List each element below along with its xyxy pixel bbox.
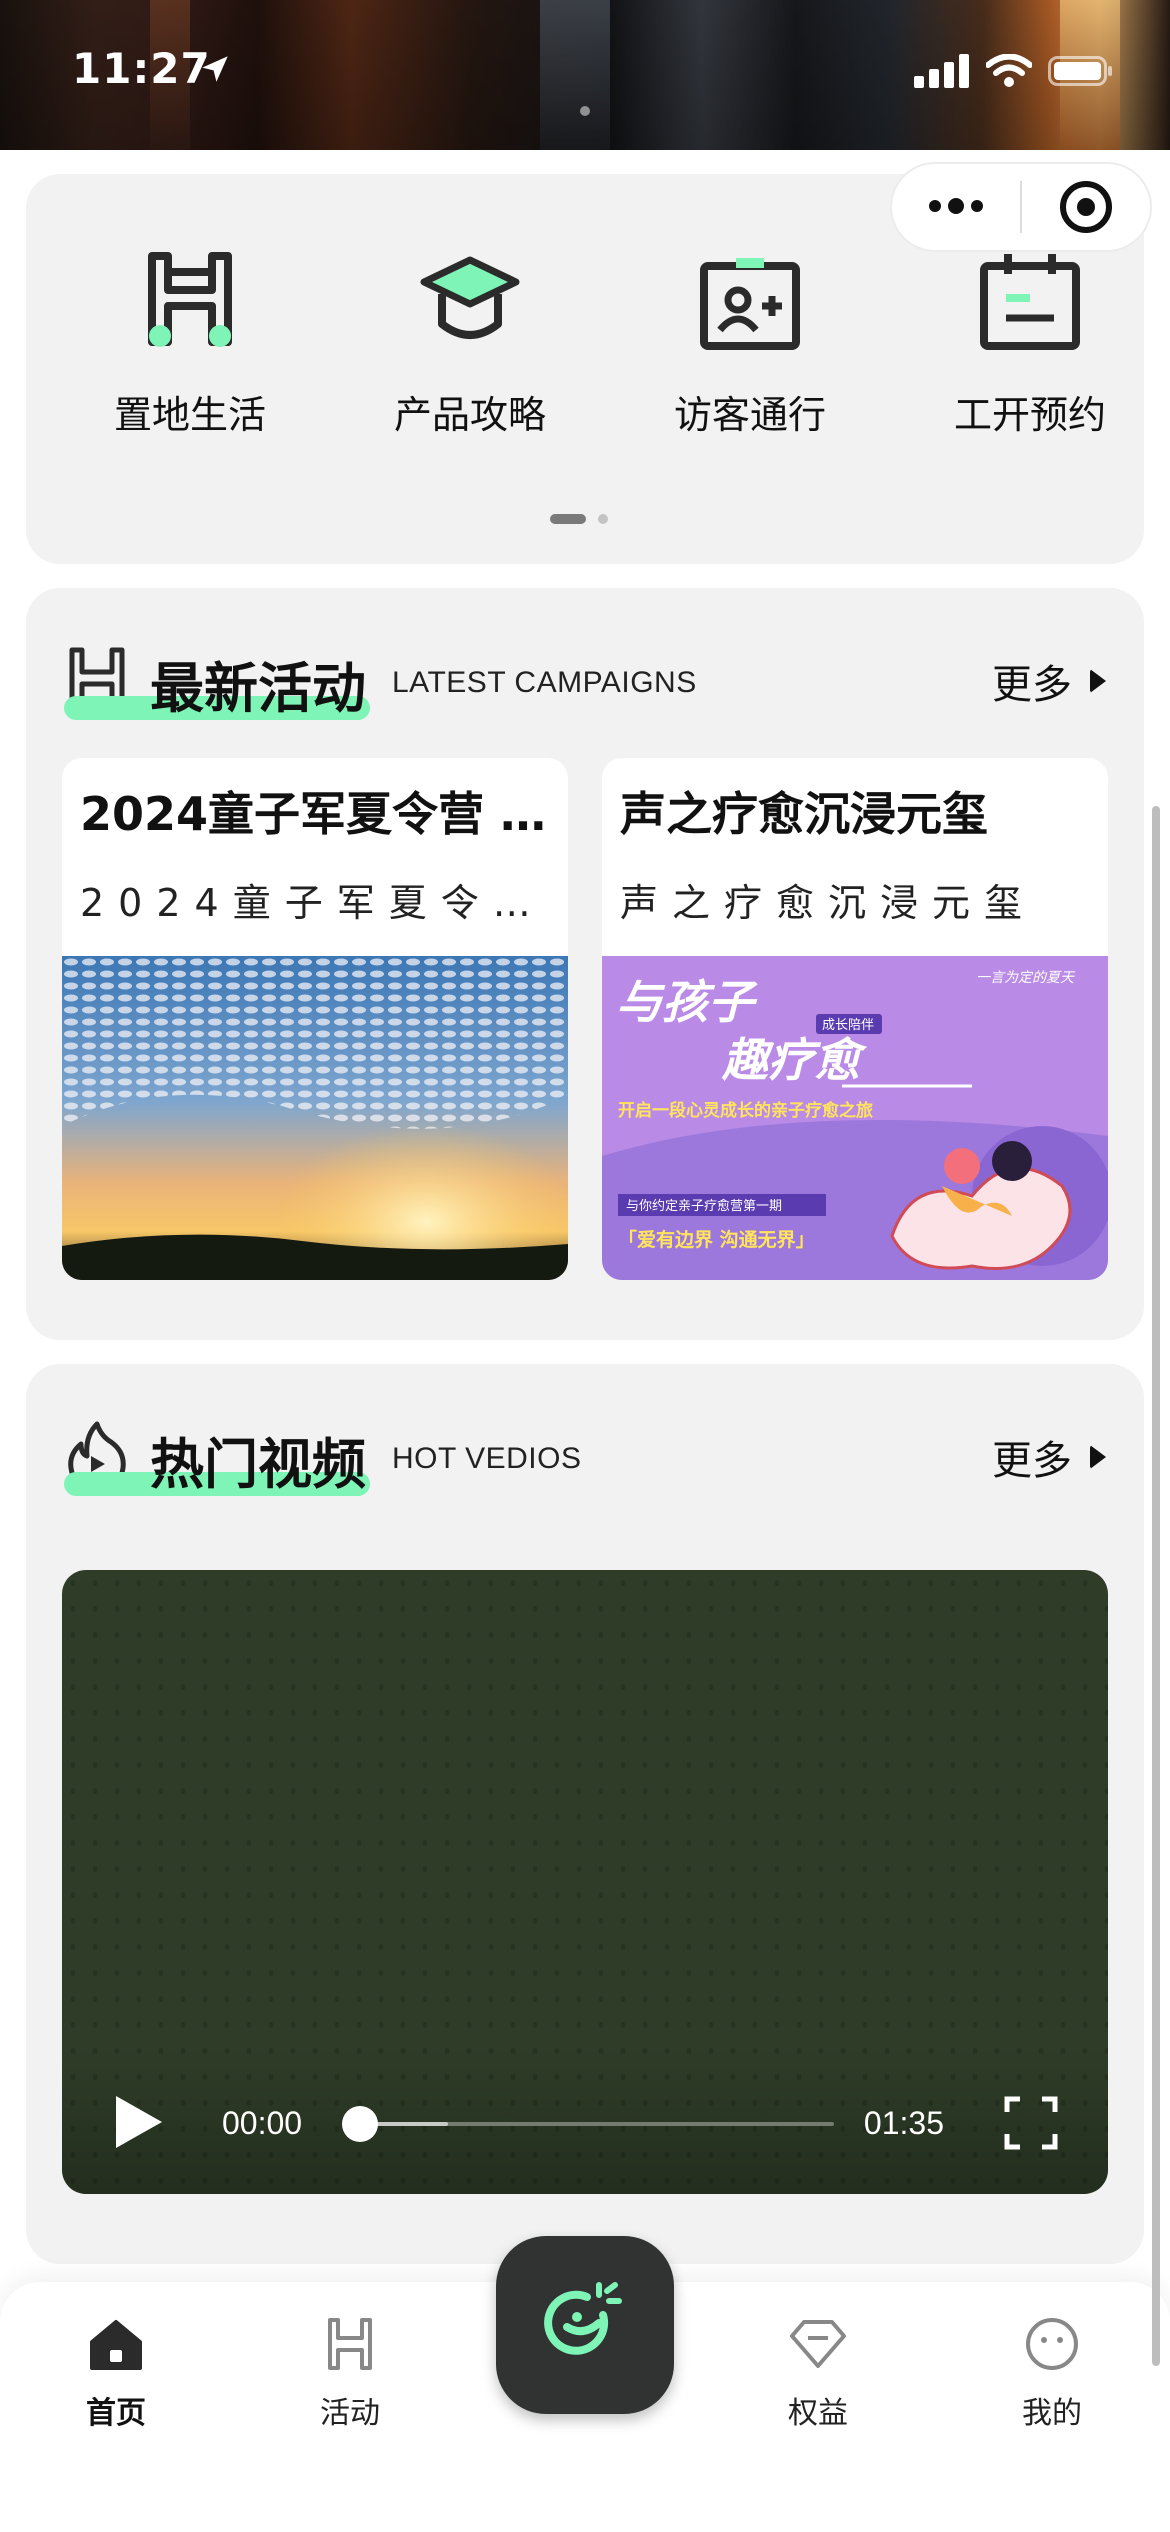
campaign-poster-image: 与孩子 成长陪伴 趣疗愈 一言为定的夏天 开启一段心灵成长的亲子疗愈之旅 与你约… — [602, 956, 1108, 1280]
binoculars-icon — [148, 252, 232, 347]
photo-streak — [540, 0, 610, 150]
more-label: 更多 — [992, 662, 1072, 708]
video-progress-slider[interactable] — [342, 2106, 834, 2142]
tab-label: 首页 — [86, 2396, 146, 2431]
smiley-icon — [1026, 2318, 1078, 2370]
quick-nav-pager — [550, 514, 608, 524]
tab-label: 活动 — [320, 2396, 380, 2431]
status-indicators — [914, 54, 1114, 88]
campaign-card[interactable]: 2024童子军夏令营 ... 2024童子军夏令营... — [62, 758, 568, 1280]
video-player[interactable]: 00:00 01:35 — [62, 1570, 1108, 2194]
status-time: 11:27 — [72, 44, 211, 93]
poster-corner-text: 一言为定的夏天 — [976, 970, 1076, 986]
calendar-icon — [980, 254, 1080, 350]
campaign-description: 2024童子军夏令营... — [80, 881, 550, 925]
campaigns-more-link[interactable]: 更多 — [992, 652, 1106, 710]
close-miniprogram-button[interactable] — [1022, 179, 1150, 235]
visitor-card-icon — [700, 258, 800, 350]
graduation-cap-icon — [420, 256, 520, 339]
quick-nav-item-visitor[interactable]: 访客通行 — [650, 244, 850, 439]
diamond-icon — [790, 2320, 846, 2368]
dot — [948, 198, 964, 214]
more-label: 更多 — [992, 1438, 1072, 1484]
tab-label: 我的 — [1022, 2396, 1082, 2431]
video-controls: 00:00 01:35 — [62, 2044, 1108, 2194]
section-subtitle: HOT VEDIOS — [392, 1442, 582, 1475]
poster-badge: 成长陪伴 — [822, 1018, 874, 1033]
target-close-icon — [1059, 181, 1112, 233]
quick-nav-item-life[interactable]: 置地生活 — [90, 244, 290, 439]
sparkle-face-icon — [544, 2282, 622, 2355]
hot-videos-section: 热门视频 HOT VEDIOS 更多 00:00 01:35 — [26, 1364, 1144, 2264]
dot — [971, 200, 983, 212]
center-action-button[interactable] — [496, 2236, 674, 2414]
progress-thumb[interactable] — [342, 2106, 378, 2142]
campaign-card[interactable]: 声之疗愈沉浸元玺 声之疗愈沉浸元玺 与孩子 成长陪伴 趣疗愈 一言为定的夏天 开… — [602, 758, 1108, 1280]
campaign-title: 2024童子军夏令营 ... — [80, 787, 550, 841]
video-duration: 01:35 — [863, 2105, 944, 2141]
section-title-wrap: 热门视频 — [64, 1420, 370, 1499]
section-header: 最新活动 LATEST CAMPAIGNS 更多 — [64, 644, 1106, 724]
section-subtitle: LATEST CAMPAIGNS — [392, 666, 697, 699]
cellular-signal-icon — [914, 54, 969, 88]
campaign-sunset-image — [62, 956, 568, 1280]
poster-label: 与你约定亲子疗愈营第一期 — [626, 1199, 782, 1214]
tab-home[interactable]: 首页 — [46, 2312, 186, 2432]
quick-nav-label: 工开预约 — [953, 393, 1106, 437]
home-icon — [90, 2320, 142, 2370]
tab-benefits[interactable]: 权益 — [748, 2312, 888, 2432]
page-indicator-dot — [580, 106, 590, 116]
video-current-time: 00:00 — [222, 2105, 303, 2141]
page-scrollbar[interactable] — [1152, 806, 1160, 2366]
videos-more-link[interactable]: 更多 — [992, 1428, 1106, 1486]
fullscreen-button[interactable] — [1004, 2096, 1058, 2150]
triangle-right-icon — [1090, 669, 1106, 693]
triangle-right-icon — [1090, 1445, 1106, 1469]
tab-label: 权益 — [788, 2396, 848, 2431]
campaign-description: 声之疗愈沉浸元玺 — [620, 881, 1037, 925]
mini-program-capsule — [890, 162, 1152, 252]
tab-mine[interactable]: 我的 — [982, 2312, 1122, 2432]
battery-icon — [1048, 56, 1112, 86]
section-title: 热门视频 — [150, 1433, 366, 1496]
binoculars-icon — [328, 2318, 372, 2370]
quick-nav-label: 置地生活 — [113, 393, 266, 437]
more-options-button[interactable] — [892, 198, 1020, 214]
section-header: 热门视频 HOT VEDIOS 更多 — [64, 1420, 1106, 1500]
pager-dot — [598, 514, 608, 524]
section-title: 最新活动 — [150, 657, 366, 720]
quick-nav-label: 访客通行 — [673, 393, 826, 437]
header-photo: 11:27 — [0, 0, 1170, 150]
poster-line1: 与孩子 — [616, 975, 758, 1029]
latest-campaigns-section: 最新活动 LATEST CAMPAIGNS 更多 2024童子军夏令营 ... … — [26, 588, 1144, 1340]
pager-active-dot — [550, 514, 586, 524]
quick-nav-item-guide[interactable]: 产品攻略 — [370, 244, 570, 439]
location-arrow-icon — [202, 56, 228, 82]
play-button[interactable] — [114, 2094, 164, 2150]
quick-nav-label: 产品攻略 — [393, 393, 546, 437]
poster-quote: 「爱有边界 沟通无界」 — [618, 1228, 815, 1251]
poster-tagline: 开启一段心灵成长的亲子疗愈之旅 — [618, 1100, 873, 1121]
tab-activities[interactable]: 活动 — [280, 2312, 420, 2432]
campaign-title: 声之疗愈沉浸元玺 — [620, 787, 988, 841]
poster-line2: 趣疗愈 — [721, 1033, 868, 1087]
dot — [929, 200, 941, 212]
section-title-wrap: 最新活动 — [64, 644, 370, 723]
quick-nav-item-booking[interactable]: 工开预约 — [930, 244, 1130, 439]
wifi-icon — [986, 54, 1032, 87]
